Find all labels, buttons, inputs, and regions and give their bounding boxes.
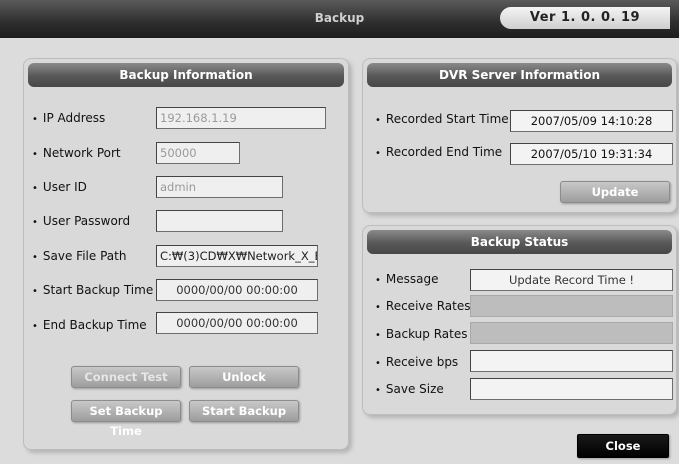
start-backup-time-label: Start Backup Time (32, 283, 153, 297)
message-field: Update Record Time ! (470, 269, 673, 291)
backup-status-panel: Backup Status Message Update Record Time… (362, 225, 677, 415)
dvr-server-information-header: DVR Server Information (367, 63, 672, 87)
title-bar: Backup Ver 1. 0. 0. 19 (0, 0, 679, 38)
network-port-label: Network Port (32, 146, 121, 160)
start-backup-button[interactable]: Start Backup (189, 400, 299, 422)
user-password-label: User Password (32, 214, 130, 228)
save-file-path-field[interactable]: C:₩(3)CD₩X₩Network_X_Ba (156, 245, 318, 267)
close-button[interactable]: Close (577, 434, 669, 458)
receive-rates-label: Receive Rates (375, 299, 471, 313)
end-backup-time-label: End Backup Time (32, 318, 147, 332)
backup-information-header: Backup Information (28, 63, 344, 87)
recorded-start-time-label: Recorded Start Time (375, 112, 509, 126)
receive-rates-bar (470, 295, 673, 317)
recorded-end-time-label: Recorded End Time (375, 145, 502, 159)
message-label: Message (375, 272, 439, 286)
save-size-label: Save Size (375, 382, 444, 396)
start-backup-time-field[interactable]: 0000/00/00 00:00:00 (156, 279, 318, 301)
ip-address-field[interactable]: 192.168.1.19 (156, 107, 326, 129)
user-id-label: User ID (32, 180, 87, 194)
update-button[interactable]: Update (560, 181, 670, 203)
backup-information-panel: Backup Information IP Address 192.168.1.… (23, 58, 349, 450)
network-port-field[interactable]: 50000 (156, 142, 240, 164)
version-badge: Ver 1. 0. 0. 19 (500, 7, 670, 29)
receive-bps-field (470, 350, 673, 372)
ip-address-label: IP Address (32, 111, 105, 125)
user-id-field[interactable]: admin (156, 176, 283, 198)
user-password-field[interactable] (156, 210, 283, 232)
backup-status-header: Backup Status (367, 230, 672, 254)
recorded-end-time-field[interactable]: 2007/05/10 19:31:34 (510, 143, 673, 165)
end-backup-time-field[interactable]: 0000/00/00 00:00:00 (156, 312, 318, 334)
backup-rates-label: Backup Rates (375, 327, 468, 341)
dvr-server-information-panel: DVR Server Information Recorded Start Ti… (362, 58, 677, 213)
receive-bps-label: Receive bps (375, 355, 458, 369)
unlock-button[interactable]: Unlock (189, 366, 299, 388)
save-file-path-label: Save File Path (32, 249, 127, 263)
backup-rates-bar (470, 322, 673, 344)
connect-test-button[interactable]: Connect Test (71, 366, 181, 388)
recorded-start-time-field[interactable]: 2007/05/09 14:10:28 (510, 110, 673, 132)
save-size-field (470, 378, 673, 400)
set-backup-time-button[interactable]: Set Backup Time (71, 400, 181, 438)
